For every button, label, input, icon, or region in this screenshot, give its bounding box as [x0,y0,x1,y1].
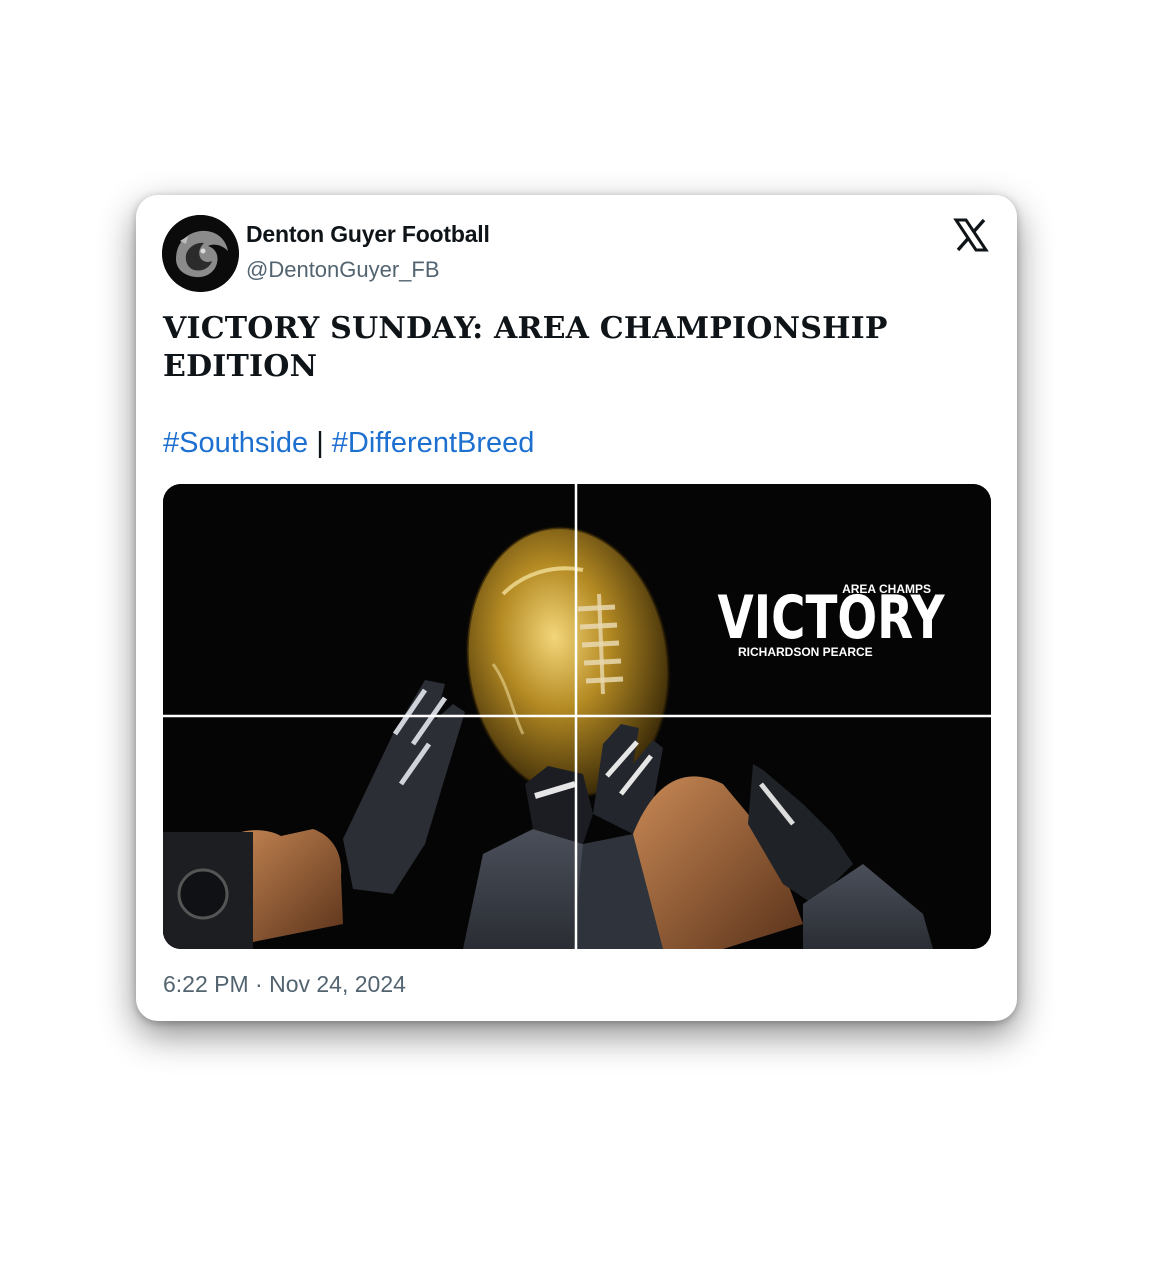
post-timestamp[interactable]: 6:22 PM · Nov 24, 2024 [163,971,406,998]
tweet-card: Denton Guyer Football @DentonGuyer_FB VI… [136,195,1017,1021]
post-media-image[interactable]: AREA CHAMPS VICTORY RICHARDSON PEARCE [163,484,991,949]
x-logo-icon[interactable] [953,217,989,253]
hashtag-separator: | [316,427,324,459]
author-name[interactable]: Denton Guyer Football [246,221,490,248]
media-victory-text: VICTORY [717,582,945,652]
avatar[interactable] [162,215,239,292]
hashtag-differentbreed-link[interactable]: #DifferentBreed [332,427,535,459]
author-handle[interactable]: @DentonGuyer_FB [246,257,440,283]
panther-logo-icon [162,215,239,292]
post-headline: VICTORY SUNDAY: AREA CHAMPIONSHIP EDITIO… [163,311,888,384]
hashtag-southside-link[interactable]: #Southside [163,427,308,459]
media-player-name-text: RICHARDSON PEARCE [738,645,873,659]
hashtag-line: #Southside | #DifferentBreed [163,427,534,460]
